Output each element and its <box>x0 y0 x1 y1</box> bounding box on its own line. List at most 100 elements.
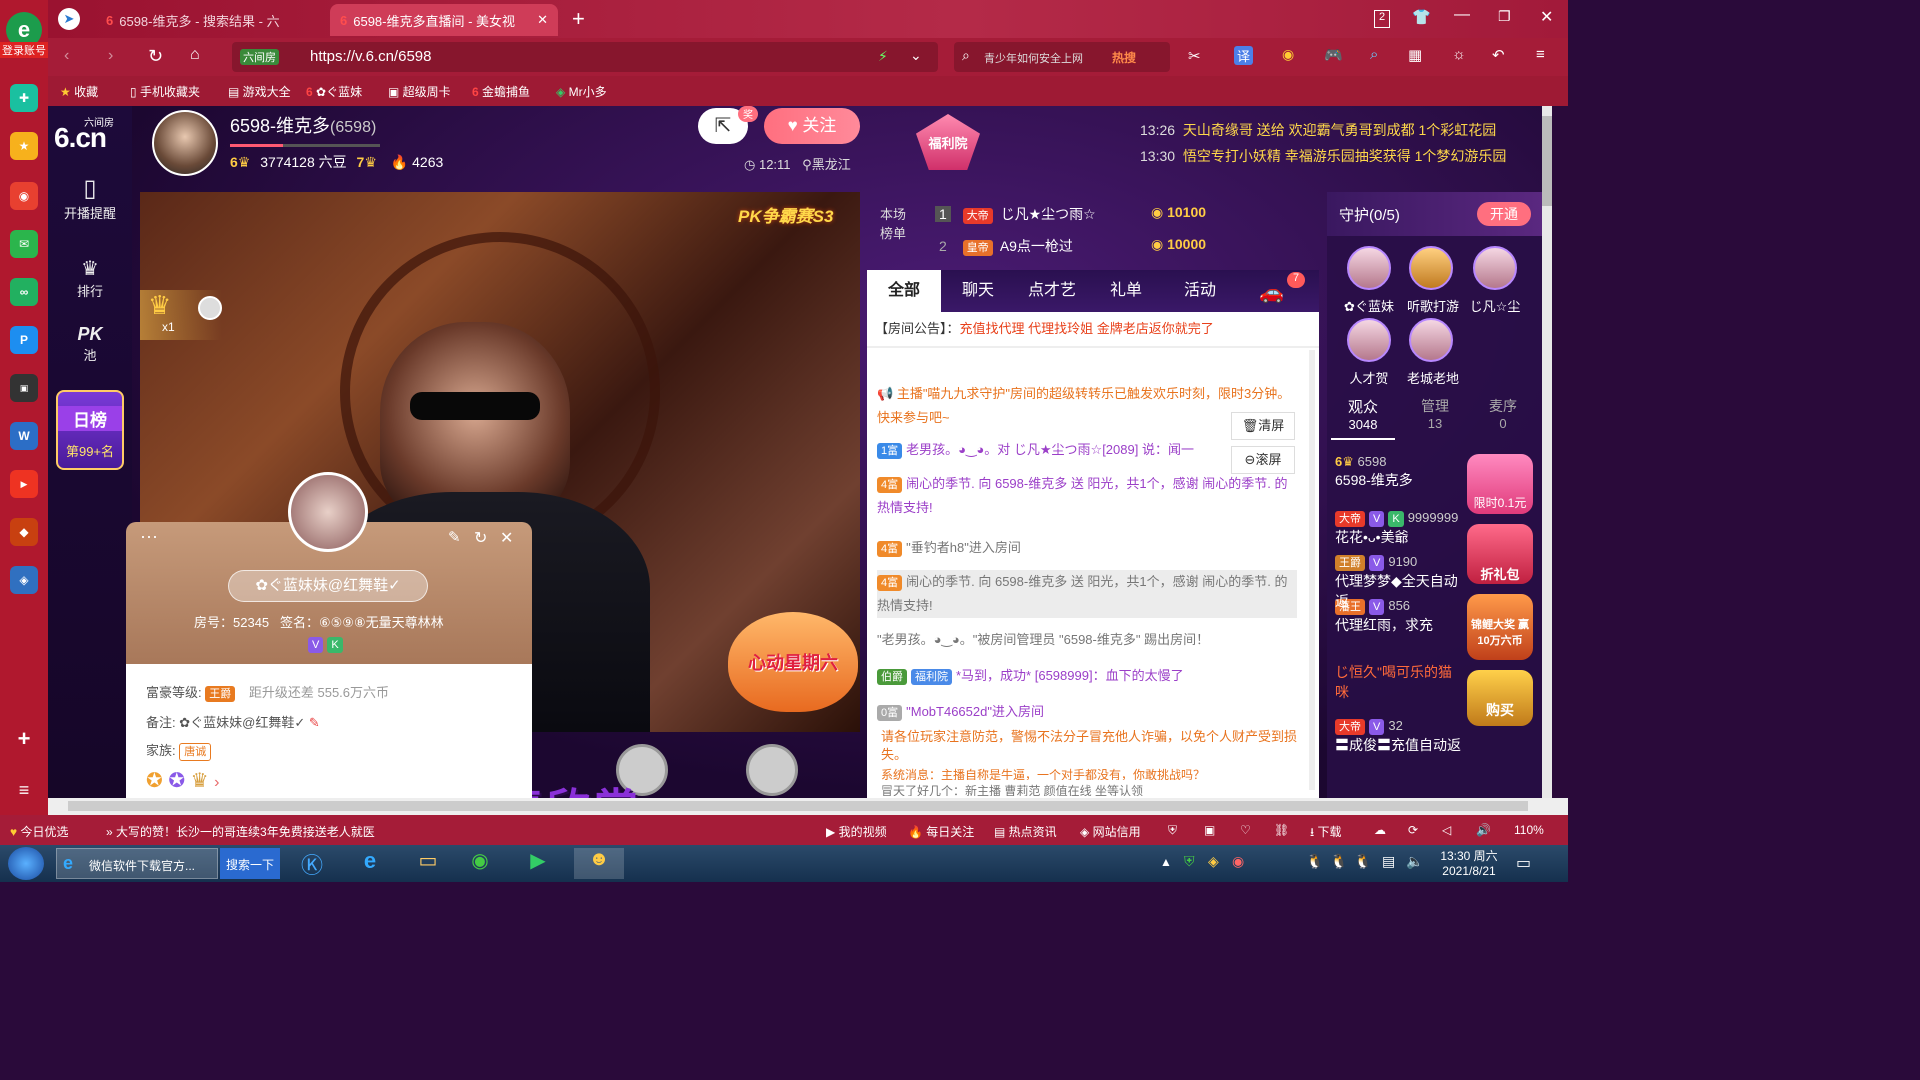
promo-gift-pack[interactable]: 折礼包 <box>1467 524 1533 584</box>
login-button[interactable]: 登录账号 <box>0 42 48 58</box>
volume-icon[interactable]: 🔈 <box>1406 853 1423 870</box>
news-ticker[interactable]: » 大写的赞！长沙一的哥连续3年免费接送老人就医 <box>106 823 375 840</box>
chat-scrollbar[interactable] <box>1309 350 1315 790</box>
guard-avatar[interactable] <box>1347 246 1391 290</box>
network-icon[interactable]: ▤ <box>1382 853 1395 870</box>
clear-screen-button[interactable]: 🗑清屏 <box>1231 412 1295 440</box>
seat-avatar-icon[interactable] <box>746 744 798 796</box>
tab-count-badge[interactable]: 2 <box>1374 10 1390 28</box>
cloud-icon[interactable]: ☁ <box>1374 823 1386 837</box>
guard-avatar[interactable] <box>1347 318 1391 362</box>
mail-icon[interactable]: ✉ <box>10 230 38 258</box>
more-icon[interactable]: ··· <box>140 526 158 547</box>
close-icon[interactable]: ✕ <box>500 528 513 548</box>
browser-360-icon[interactable]: ◉ <box>460 848 500 879</box>
forward-icon[interactable]: › <box>108 47 113 65</box>
guard-avatar[interactable] <box>1473 246 1517 290</box>
task-browser[interactable]: e 微信软件下载官方... <box>56 848 218 879</box>
notification-icon[interactable]: ▭ <box>1516 853 1531 873</box>
gamepad-icon[interactable]: 🎮 <box>1324 46 1343 64</box>
reload-icon[interactable]: ↻ <box>148 46 163 67</box>
nav-ranking[interactable]: ♛ 排行 <box>48 256 132 300</box>
scrollbar-thumb[interactable] <box>1542 116 1552 206</box>
word-icon[interactable]: W <box>10 422 38 450</box>
translate-icon[interactable]: 译 <box>1234 46 1254 65</box>
guard-avatar[interactable] <box>1409 318 1453 362</box>
status-daily[interactable]: 🔥 每日关注 <box>908 823 974 840</box>
tray-qq-icon[interactable]: 🐧 <box>1306 853 1323 870</box>
heartbeat-saturday-banner[interactable]: 心动星期六 <box>728 612 858 712</box>
p-app-icon[interactable]: P <box>10 326 38 354</box>
new-tab-icon[interactable]: + <box>572 6 585 32</box>
mute-icon[interactable]: ◁ <box>1442 823 1451 837</box>
shirt-icon[interactable]: 👕 <box>1412 8 1431 26</box>
notice-line-1[interactable]: 13:26 天山奇缘哥 送给 欢迎霸气勇哥到成都 1个彩虹花园 <box>1140 120 1540 140</box>
add-icon[interactable]: + <box>10 725 38 753</box>
scroll-screen-button[interactable]: ⊖滚屏 <box>1231 446 1295 474</box>
game-taskbar-icon[interactable]: ☻ <box>574 848 624 879</box>
video-app-icon[interactable]: ▶ <box>10 470 38 498</box>
user-card-avatar[interactable] <box>288 472 368 552</box>
player-icon[interactable]: ▶ <box>518 848 558 879</box>
guard-avatar[interactable] <box>1409 246 1453 290</box>
tab-live-room[interactable]: 6 6598-维克多直播间 - 美女视 ✕ <box>330 4 558 36</box>
site-logo[interactable]: 六间房 6.cn <box>54 112 126 153</box>
pk-event-badge[interactable]: PK争霸赛S3 <box>738 202 833 227</box>
zoom-level[interactable]: 110% <box>1514 823 1544 837</box>
tray-expand-icon[interactable]: ▲ <box>1160 855 1172 869</box>
edit-icon[interactable]: ✎ <box>448 528 461 546</box>
nav-live-reminder[interactable]: ▯ 开播提醒 <box>48 174 132 222</box>
tray-app2-icon[interactable]: ◉ <box>1232 853 1244 870</box>
start-button-icon[interactable] <box>8 847 44 880</box>
link-icon[interactable]: ∞ <box>10 278 38 306</box>
anchor-avatar[interactable] <box>152 110 218 176</box>
promo-koi[interactable]: 锦鲤大奖 赢10万六币 <box>1467 594 1533 660</box>
tray-qq3-icon[interactable]: 🐧 <box>1354 853 1371 870</box>
rank-row-1[interactable]: 1 大帝 じ凡★尘つ雨☆ ◉ 10100 <box>935 204 1206 224</box>
app-k-icon[interactable]: Ⓚ <box>292 848 332 879</box>
tray-qq2-icon[interactable]: 🐧 <box>1330 853 1347 870</box>
grid-icon[interactable]: ▦ <box>1408 46 1422 64</box>
daily-rank-card[interactable]: 日榜 第99+名 <box>56 390 124 470</box>
home-icon[interactable]: ⌂ <box>190 46 200 64</box>
next-medal-icon[interactable]: › <box>214 774 219 791</box>
tab-mic-queue[interactable]: 麦序 0 <box>1471 396 1535 440</box>
scissors-icon[interactable]: ✂ <box>1188 47 1201 65</box>
fan-row[interactable]: 王爵 V 9190 代理梦梦◆全天自动返 <box>1335 554 1465 611</box>
fan-row[interactable]: 6♛ 6598 6598-维克多 <box>1335 454 1413 490</box>
tray-app-icon[interactable]: ◈ <box>1208 853 1219 870</box>
taskbar-search-button[interactable]: 搜索一下 <box>220 848 280 879</box>
image-icon[interactable]: ▣ <box>1204 823 1215 837</box>
status-left[interactable]: ♥ 今日优选 <box>10 823 68 840</box>
brightness-icon[interactable]: ☼ <box>1452 46 1466 63</box>
speaker-icon[interactable]: 🔊 <box>1476 823 1491 837</box>
dropdown-icon[interactable]: ⌄ <box>910 47 922 64</box>
gift-sender-avatar[interactable] <box>198 296 222 320</box>
scrollbar-thumb[interactable] <box>68 801 1528 811</box>
horizontal-scrollbar[interactable] <box>48 798 1568 815</box>
ie-taskbar-icon[interactable]: e <box>350 848 390 879</box>
hot-search[interactable]: 热搜 <box>1112 49 1136 66</box>
shield-icon[interactable]: ⛨ <box>1168 823 1177 838</box>
undo-icon[interactable]: ↶ <box>1492 46 1505 64</box>
fan-row[interactable]: 大帝 V K 9999999 花花•ᴗ•美爺 <box>1335 510 1458 547</box>
tab-talent[interactable]: 点才艺 <box>1015 270 1089 312</box>
browser-menu-icon[interactable]: ≡ <box>1536 46 1545 63</box>
clock[interactable]: 13:30 周六 2021/8/21 <box>1434 847 1504 878</box>
rank-row-2[interactable]: 2 皇帝 A9点一枪过 ◉ 10000 <box>935 236 1206 256</box>
navigate-icon[interactable]: ➤ <box>58 8 80 30</box>
search-field[interactable]: ⌕ 青少年如何安全上网 热搜 <box>954 42 1170 72</box>
bookmark-mobile[interactable]: ▯ 手机收藏夹 <box>130 83 200 100</box>
notice-line-2[interactable]: 13:30 悟空专打小妖精 幸福游乐园抽奖获得 1个梦幻游乐园 <box>1140 146 1540 166</box>
promo-buy[interactable]: 购买 <box>1467 670 1533 726</box>
tab-chat[interactable]: 聊天 <box>941 270 1015 312</box>
bookmark-favorites[interactable]: ★ 收藏 <box>60 83 98 100</box>
tab-activity[interactable]: 活动 <box>1163 270 1237 312</box>
sync-icon[interactable]: ⟳ <box>1408 823 1418 837</box>
status-credit[interactable]: ◈ 网站信用 <box>1080 823 1141 840</box>
bookmark-weekly[interactable]: ▣ 超级周卡 <box>388 83 451 100</box>
link-icon[interactable]: ⛓ <box>1274 823 1289 837</box>
weibo-icon[interactable]: ◉ <box>10 182 38 210</box>
game2-icon[interactable]: ◆ <box>10 518 38 546</box>
star-icon[interactable]: ★ <box>10 132 38 160</box>
